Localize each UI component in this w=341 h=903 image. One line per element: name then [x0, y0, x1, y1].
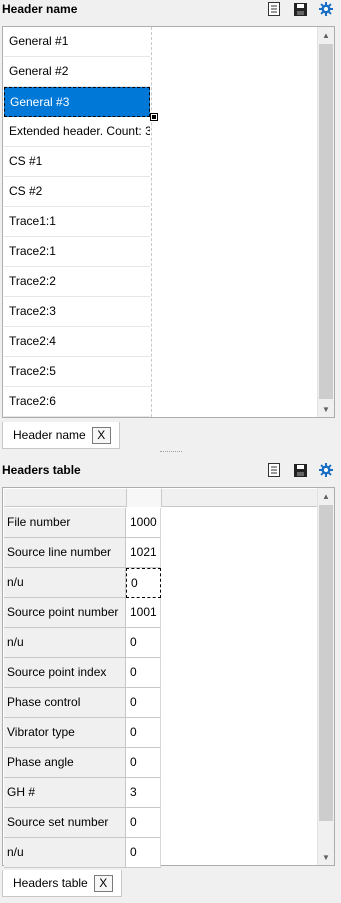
- list-item[interactable]: Trace2:1: [4, 237, 150, 267]
- headers-table: File number 1000 Source line number 1021…: [2, 487, 335, 868]
- row-value[interactable]: 0: [126, 718, 161, 748]
- panel-title: Headers table: [2, 463, 81, 477]
- value-column-header[interactable]: [126, 489, 162, 507]
- row-label: Vibrator type: [4, 718, 126, 748]
- list-item-selected[interactable]: General #3: [4, 87, 150, 117]
- header-list: General #1 General #2 General #3 Extende…: [2, 26, 335, 418]
- resize-handle[interactable]: [150, 113, 158, 121]
- row-label: n/u: [4, 838, 126, 868]
- list-item[interactable]: Extended header. Count: 3: [4, 117, 150, 147]
- list-item[interactable]: General #1: [4, 27, 150, 57]
- list-item[interactable]: Trace2:2: [4, 267, 150, 297]
- vertical-scrollbar[interactable]: ▲ ▼: [317, 488, 334, 865]
- list-item[interactable]: CS #1: [4, 147, 150, 177]
- list-item[interactable]: Trace1:1: [4, 207, 150, 237]
- row-value[interactable]: 0: [126, 658, 161, 688]
- list-item[interactable]: Trace2:5: [4, 357, 150, 387]
- panel-toolbar: [267, 463, 333, 477]
- row-label: n/u: [4, 568, 126, 598]
- list-item[interactable]: General #2: [4, 57, 150, 87]
- row-label: n/u: [4, 628, 126, 658]
- column-divider: [151, 27, 152, 417]
- gear-icon[interactable]: [319, 2, 333, 16]
- row-label: Source set number: [4, 808, 126, 838]
- tab-label: Header name: [13, 428, 86, 442]
- panel-toolbar: [267, 2, 333, 16]
- list-item[interactable]: Trace2:6: [4, 387, 150, 417]
- scroll-thumb[interactable]: [319, 505, 333, 821]
- row-label: Source point number: [4, 598, 126, 628]
- row-value[interactable]: 0: [126, 748, 161, 778]
- panel-title: Header name: [2, 2, 78, 16]
- row-label: Phase control: [4, 688, 126, 718]
- scroll-thumb[interactable]: [319, 44, 333, 399]
- scroll-down-icon[interactable]: ▼: [318, 849, 334, 865]
- panel-splitter[interactable]: [160, 451, 182, 452]
- row-value[interactable]: 0: [126, 628, 161, 658]
- list-icon[interactable]: [267, 463, 281, 477]
- row-value-focused[interactable]: 0: [126, 568, 161, 598]
- vertical-scrollbar[interactable]: ▲ ▼: [317, 27, 334, 417]
- save-icon[interactable]: [293, 463, 307, 477]
- list-item[interactable]: CS #2: [4, 177, 150, 207]
- gear-icon[interactable]: [319, 463, 333, 477]
- row-value[interactable]: 0: [126, 688, 161, 718]
- close-icon[interactable]: X: [91, 426, 111, 444]
- row-value[interactable]: 0: [126, 838, 161, 868]
- row-label: File number: [4, 508, 126, 538]
- row-value[interactable]: 1000: [126, 508, 161, 538]
- list-item[interactable]: Trace2:4: [4, 327, 150, 357]
- row-value[interactable]: 1021: [126, 538, 161, 568]
- tab-label: Headers table: [13, 876, 88, 890]
- tab-headers-table[interactable]: Headers table X: [2, 870, 122, 897]
- save-icon[interactable]: [293, 2, 307, 16]
- tab-header-name[interactable]: Header name X: [2, 422, 120, 449]
- row-value[interactable]: 3: [126, 778, 161, 808]
- row-label: GH #: [4, 778, 126, 808]
- scroll-down-icon[interactable]: ▼: [318, 401, 334, 417]
- list-item[interactable]: Trace2:3: [4, 297, 150, 327]
- table-header-row: [4, 489, 323, 507]
- row-label: Source point index: [4, 658, 126, 688]
- row-label: Source line number: [4, 538, 126, 568]
- scroll-up-icon[interactable]: ▲: [318, 488, 334, 504]
- scroll-up-icon[interactable]: ▲: [318, 27, 334, 43]
- row-value[interactable]: 1001: [126, 598, 161, 628]
- row-label: Phase angle: [4, 748, 126, 778]
- list-icon[interactable]: [267, 2, 281, 16]
- row-value[interactable]: 0: [126, 808, 161, 838]
- close-icon[interactable]: X: [93, 874, 113, 892]
